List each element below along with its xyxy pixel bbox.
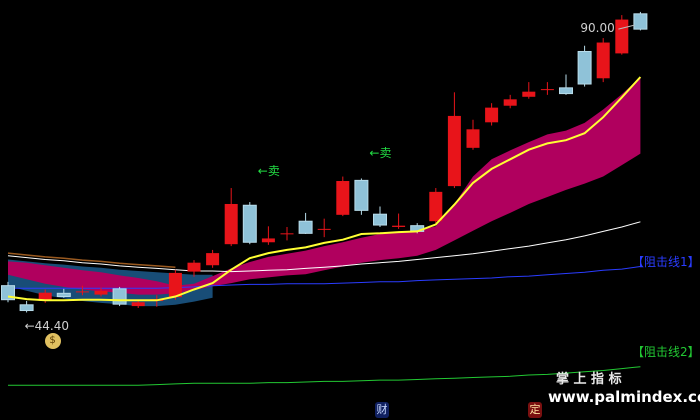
candle-body[interactable] — [596, 42, 610, 79]
candle-body[interactable] — [466, 129, 480, 148]
sell-signal-label-2: ←卖 — [369, 145, 392, 160]
candle-body[interactable] — [298, 220, 313, 234]
candle-body[interactable] — [261, 238, 275, 243]
candle-body[interactable] — [336, 181, 350, 215]
ding-icon[interactable]: 定 — [528, 402, 542, 418]
candle-body[interactable] — [75, 291, 89, 293]
money-bag-icon[interactable]: $ — [44, 333, 61, 350]
candle-body[interactable] — [633, 13, 648, 30]
chart-background — [0, 0, 700, 420]
resistance-line-2-label: 【阻击线2】 — [632, 344, 700, 359]
candle-body[interactable] — [559, 87, 573, 95]
candle-body[interactable] — [242, 204, 257, 243]
candle-body[interactable] — [485, 107, 499, 123]
high-price-label: 90.00 — [580, 21, 615, 36]
candle-body[interactable] — [280, 233, 294, 235]
candle-body[interactable] — [429, 191, 443, 222]
candle-body[interactable] — [447, 115, 461, 187]
candle-body[interactable] — [522, 91, 536, 97]
resistance-line-1-label: 【阻击线1】 — [632, 254, 700, 269]
candle-body[interactable] — [131, 302, 145, 307]
watermark-chinese: 掌 上 指 标 — [556, 372, 622, 387]
candle-body[interactable] — [503, 99, 517, 106]
candle-body[interactable] — [317, 228, 331, 230]
candle-body[interactable] — [168, 272, 182, 298]
candle-body[interactable] — [224, 203, 238, 245]
candle-body[interactable] — [56, 292, 71, 298]
watermark-url: www.palmindex.com — [548, 388, 700, 406]
candle-body[interactable] — [392, 225, 406, 227]
low-price-label: ←44.40 — [24, 319, 70, 334]
candle-body[interactable] — [187, 262, 201, 272]
finance-cai-icon[interactable]: 财 — [375, 402, 389, 418]
candle-body[interactable] — [354, 179, 369, 211]
candle-body[interactable] — [373, 213, 387, 226]
sell-signal-label-1: ←卖 — [257, 164, 280, 179]
candle-body[interactable] — [94, 290, 108, 295]
candle-body[interactable] — [540, 89, 554, 91]
candle-body[interactable] — [19, 304, 34, 312]
candlestick-chart — [0, 0, 700, 420]
candle-body[interactable] — [112, 288, 127, 305]
candle-body[interactable] — [615, 19, 629, 54]
candle-body[interactable] — [577, 50, 592, 85]
candle-body[interactable] — [206, 253, 220, 266]
